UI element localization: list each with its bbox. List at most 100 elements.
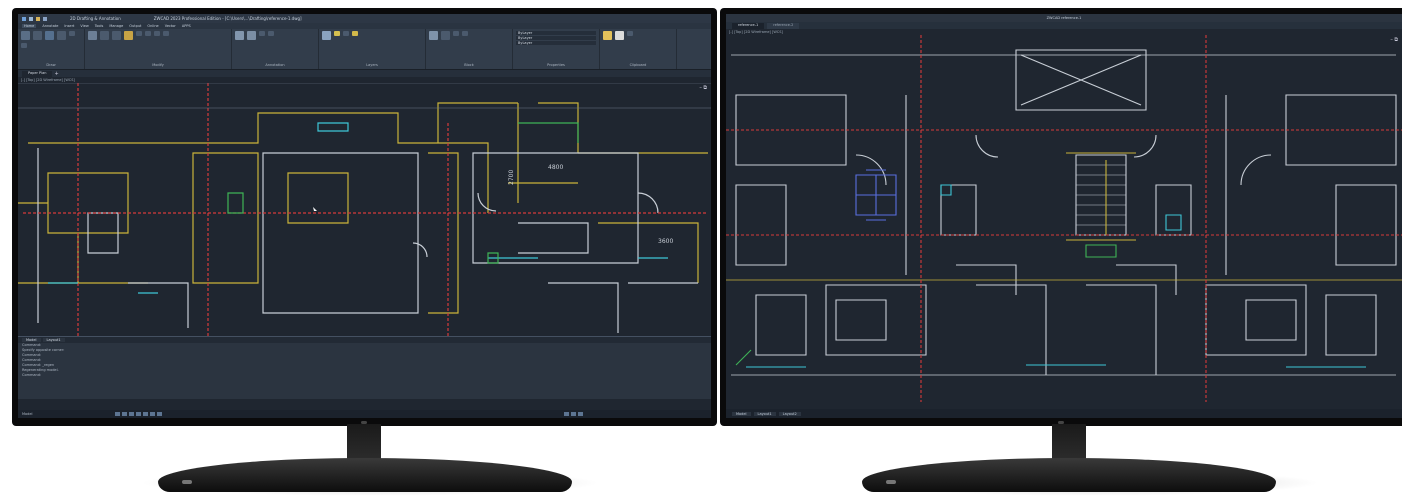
group-label-properties: Properties	[547, 63, 565, 67]
offset-icon[interactable]	[154, 31, 160, 36]
workspace-label[interactable]: 2D Drafting & Annotation	[70, 16, 121, 21]
tab-home[interactable]: Home	[22, 24, 37, 28]
lineweight-select[interactable]: ByLayer	[516, 41, 596, 45]
left-monitor: 2D Drafting & Annotation ZWCAD 2023 Prof…	[12, 8, 717, 426]
status-model-label[interactable]: Model	[22, 412, 33, 416]
viewport-controls-icon[interactable]: – ⧉	[1390, 37, 1398, 43]
drawing-canvas-right[interactable]: – ⧉	[726, 35, 1402, 402]
tab-model[interactable]: Model	[22, 338, 41, 342]
stretch-icon[interactable]	[136, 31, 142, 36]
viewport-controls-icon[interactable]: – ⧉	[699, 85, 707, 91]
group-label-draw: Draw	[46, 63, 56, 67]
status-bar: Model	[18, 410, 711, 418]
save-icon[interactable]	[43, 16, 47, 21]
layer-freeze-icon[interactable]	[352, 31, 358, 36]
tab-layout2[interactable]: Layout2	[778, 411, 801, 416]
floor-plan-drawing: 4800 3600 2700	[18, 82, 711, 336]
dimension-label: 2700	[508, 170, 515, 185]
table-icon[interactable]	[247, 31, 256, 40]
tab-vector[interactable]: Vector	[165, 24, 176, 28]
tab-tools[interactable]: Tools	[95, 24, 104, 28]
multiline-text-icon[interactable]	[235, 31, 244, 40]
app-logo-icon	[22, 16, 26, 21]
ribbon-group-modify: Modify	[85, 29, 232, 69]
left-monitor-stand-base	[158, 458, 572, 492]
lineweight-icon[interactable]	[156, 412, 162, 416]
ortho-icon[interactable]	[128, 412, 134, 416]
ribbon-group-clipboard: Clipboard	[600, 29, 677, 69]
cut-icon[interactable]	[627, 31, 633, 36]
scale-icon[interactable]	[145, 31, 151, 36]
layer-properties-icon[interactable]	[322, 31, 331, 40]
settings-icon[interactable]	[577, 412, 583, 416]
paste-icon[interactable]	[603, 31, 612, 40]
tab-insert[interactable]: Insert	[64, 24, 74, 28]
tab-view[interactable]: View	[80, 24, 88, 28]
copy-icon[interactable]	[112, 31, 121, 40]
linear-dimension-icon[interactable]	[259, 31, 265, 36]
tab-layout1[interactable]: Layout1	[753, 411, 776, 416]
tab-online[interactable]: Online	[147, 24, 158, 28]
arc-icon[interactable]	[57, 31, 66, 40]
group-label-annotation: Annotation	[265, 63, 285, 67]
define-attributes-icon[interactable]	[462, 31, 468, 36]
tab-annotate[interactable]: Annotate	[42, 24, 58, 28]
dimension-label: 3600	[658, 238, 673, 245]
new-tab-icon[interactable]: +	[54, 71, 58, 77]
polar-icon[interactable]	[135, 412, 141, 416]
make-current-icon[interactable]	[343, 31, 349, 36]
right-screen: ZWCAD reference-1 reference-1 reference-…	[726, 14, 1402, 418]
linetype-select[interactable]: ByLayer	[516, 36, 596, 40]
right-monitor-stand-base	[862, 458, 1276, 492]
drawing-canvas[interactable]: 4800 3600 2700 – ⧉	[18, 82, 711, 336]
tab-manage[interactable]: Manage	[109, 24, 123, 28]
command-input[interactable]: Command:	[22, 373, 711, 378]
app-titlebar: 2D Drafting & Annotation ZWCAD 2023 Prof…	[18, 14, 711, 23]
left-screen: 2D Drafting & Annotation ZWCAD 2023 Prof…	[18, 14, 711, 418]
snap-icon[interactable]	[114, 412, 120, 416]
group-label-layers: Layers	[366, 63, 378, 67]
circle-icon[interactable]	[45, 31, 54, 40]
ribbon-group-properties: ByLayer ByLayer ByLayer Properties	[513, 29, 600, 69]
annotation-scale-icon[interactable]	[563, 412, 569, 416]
line-icon[interactable]	[21, 31, 30, 40]
create-block-icon[interactable]	[441, 31, 450, 40]
mouse-cursor-icon	[313, 207, 317, 211]
document-tabs: Paper Plan +	[18, 70, 711, 77]
grid-icon[interactable]	[121, 412, 127, 416]
stand-badge	[182, 480, 192, 484]
new-file-icon[interactable]	[29, 16, 33, 21]
group-label-modify: Modify	[152, 63, 164, 67]
open-file-icon[interactable]	[36, 16, 40, 21]
stand-badge	[886, 480, 896, 484]
dimension-label: 4800	[548, 164, 563, 171]
document-tab[interactable]: reference-1	[732, 23, 765, 29]
mirror-icon[interactable]	[124, 31, 133, 40]
hatch-icon[interactable]	[21, 43, 27, 48]
command-history: Command: Specify opposite corner: Comman…	[18, 343, 711, 378]
ribbon: Draw Modify Annotation Layers Block ByLa…	[18, 29, 711, 70]
array-icon[interactable]	[163, 31, 169, 36]
document-tab[interactable]: Paper Plan	[22, 71, 53, 77]
tab-apps[interactable]: APPS	[182, 24, 191, 28]
polyline-icon[interactable]	[33, 31, 42, 40]
document-tab[interactable]: reference-2	[767, 23, 800, 29]
group-label-clipboard: Clipboard	[629, 63, 647, 67]
ribbon-group-annotation: Annotation	[232, 29, 319, 69]
osnap-icon[interactable]	[142, 412, 148, 416]
edit-block-icon[interactable]	[453, 31, 459, 36]
workspace-icon[interactable]	[570, 412, 576, 416]
rectangle-icon[interactable]	[69, 31, 75, 36]
move-icon[interactable]	[88, 31, 97, 40]
right-monitor: ZWCAD reference-1 reference-1 reference-…	[720, 8, 1402, 426]
color-select[interactable]: ByLayer	[516, 31, 596, 35]
tab-model[interactable]: Model	[732, 411, 751, 416]
tab-layout1[interactable]: Layout1	[42, 338, 65, 342]
leader-icon[interactable]	[268, 31, 274, 36]
rotate-icon[interactable]	[100, 31, 109, 40]
copy-clip-icon[interactable]	[615, 31, 624, 40]
otrack-icon[interactable]	[149, 412, 155, 416]
insert-block-icon[interactable]	[429, 31, 438, 40]
layer-match-icon[interactable]	[334, 31, 340, 36]
tab-output[interactable]: Output	[129, 24, 141, 28]
